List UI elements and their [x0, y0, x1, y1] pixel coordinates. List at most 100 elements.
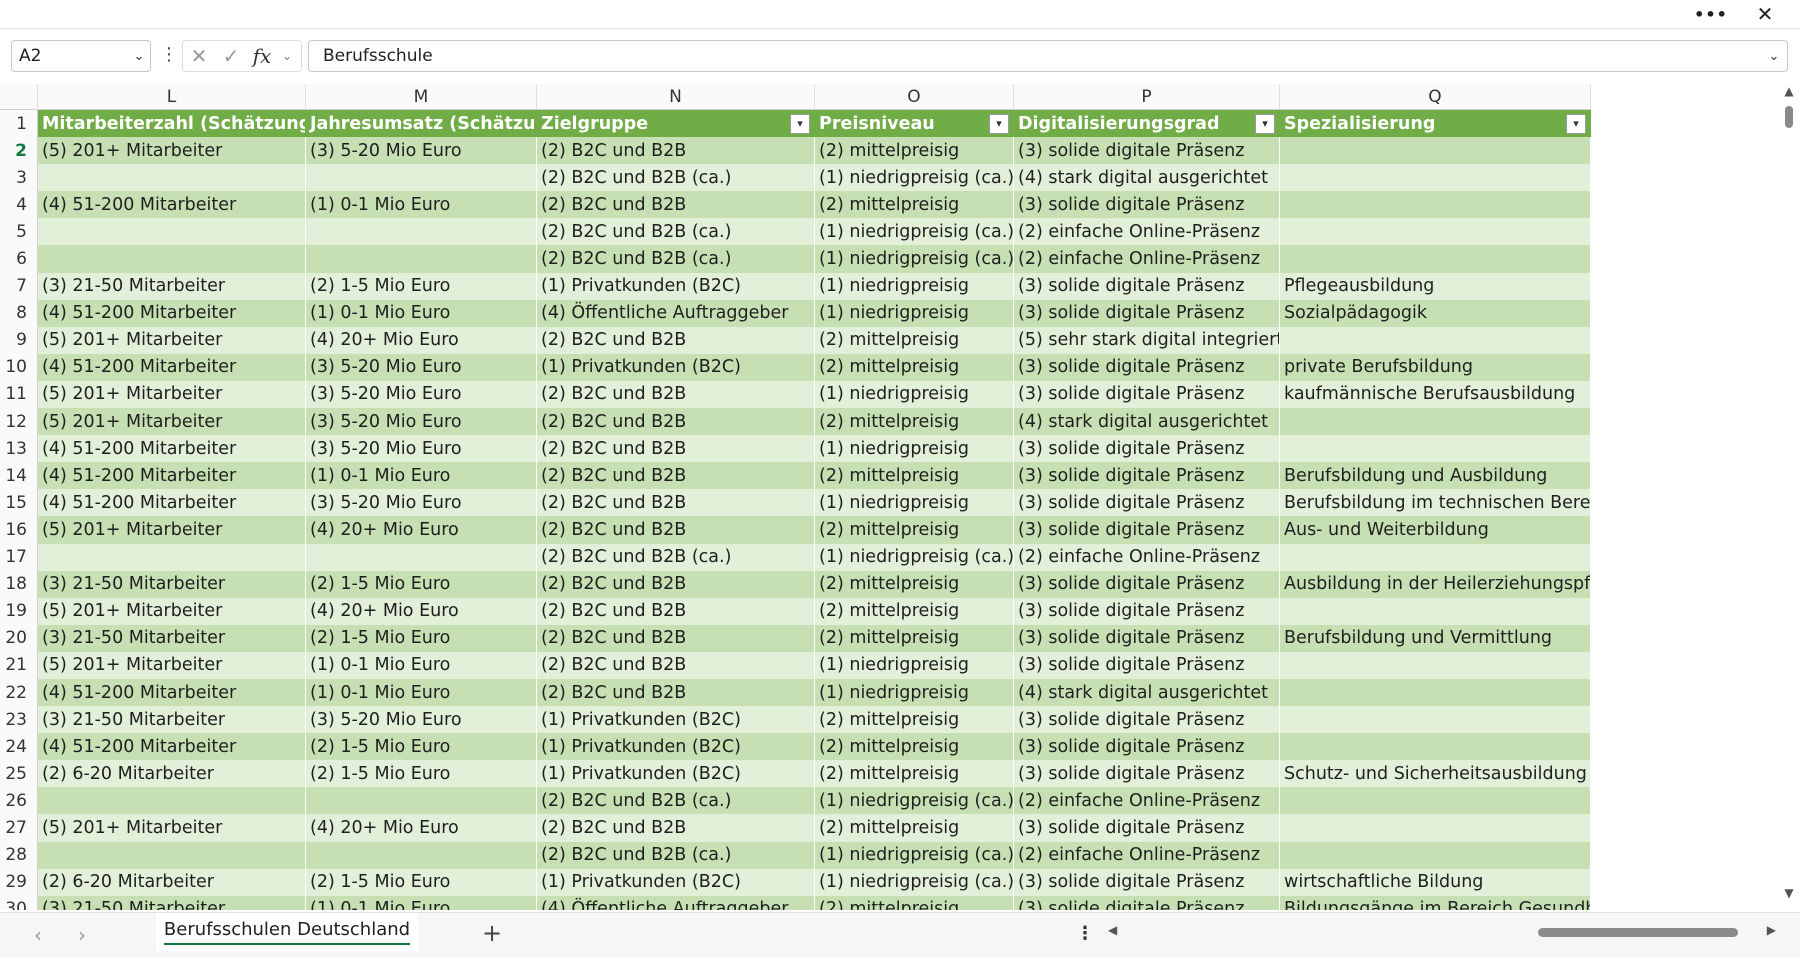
header-cell[interactable]: Spezialisierung ▾ [1280, 110, 1591, 138]
table-cell[interactable]: (2) einfache Online-Präsenz [1014, 787, 1280, 815]
previous-sheet-icon[interactable]: ‹ [26, 923, 50, 947]
table-cell[interactable]: (2) einfache Online-Präsenz [1014, 245, 1280, 273]
row-number[interactable]: 2 [0, 137, 38, 165]
table-cell[interactable]: (2) 1-5 Mio Euro [306, 272, 537, 300]
column-header-q[interactable]: Q [1280, 84, 1591, 110]
row-number[interactable]: 15 [0, 489, 38, 517]
table-cell[interactable]: (1) niedrigpreisig [815, 380, 1014, 409]
table-cell[interactable]: (1) niedrigpreisig (ca.) [815, 868, 1014, 896]
column-header-l[interactable]: L [38, 84, 306, 110]
table-cell[interactable]: (3) 21-50 Mitarbeiter [38, 272, 306, 300]
table-cell[interactable]: (3) 21-50 Mitarbeiter [38, 706, 306, 734]
table-cell[interactable] [306, 218, 537, 246]
table-cell[interactable]: (2) B2C und B2B [537, 516, 815, 544]
table-cell[interactable]: (3) solide digitale Präsenz [1014, 651, 1280, 679]
filter-dropdown-icon[interactable]: ▾ [1566, 113, 1586, 134]
table-cell[interactable]: (3) solide digitale Präsenz [1014, 570, 1280, 598]
table-cell[interactable]: (3) 5-20 Mio Euro [306, 706, 537, 734]
table-cell[interactable] [1280, 326, 1591, 354]
column-header-p[interactable]: P [1014, 84, 1280, 110]
table-cell[interactable]: (2) mittelpreisig [815, 597, 1014, 625]
table-cell[interactable] [1280, 787, 1591, 815]
row-number[interactable]: 29 [0, 868, 38, 896]
table-cell[interactable] [38, 787, 306, 815]
table-cell[interactable]: (2) B2C und B2B [537, 570, 815, 598]
table-cell[interactable]: (1) Privatkunden (B2C) [537, 868, 815, 896]
table-cell[interactable]: (2) mittelpreisig [815, 624, 1014, 652]
table-cell[interactable]: (3) 5-20 Mio Euro [306, 489, 537, 517]
table-cell[interactable]: (1) 0-1 Mio Euro [306, 651, 537, 679]
table-cell[interactable]: (1) Privatkunden (B2C) [537, 353, 815, 381]
table-cell[interactable]: (3) solide digitale Präsenz [1014, 868, 1280, 896]
table-cell[interactable]: (3) 21-50 Mitarbeiter [38, 895, 306, 910]
header-cell[interactable]: Preisniveau ▾ [815, 110, 1014, 138]
table-cell[interactable]: (5) 201+ Mitarbeiter [38, 814, 306, 842]
table-cell[interactable]: (4) stark digital ausgerichtet [1014, 164, 1280, 192]
header-cell[interactable]: Digitalisierungsgrad ▾ [1014, 110, 1280, 138]
close-icon[interactable]: ✕ [1742, 0, 1788, 28]
table-cell[interactable]: (4) 51-200 Mitarbeiter [38, 435, 306, 463]
table-cell[interactable]: Ausbildung in der Heilerziehungspflege [1280, 570, 1591, 598]
table-cell[interactable]: (1) Privatkunden (B2C) [537, 760, 815, 788]
table-cell[interactable]: (4) Öffentliche Auftraggeber [537, 895, 815, 910]
table-cell[interactable]: (3) solide digitale Präsenz [1014, 272, 1280, 300]
spreadsheet-grid[interactable]: LMNOPQ 1Mitarbeiterzahl (Schätzung)▾Jahr… [0, 84, 1778, 910]
table-cell[interactable]: (3) 5-20 Mio Euro [306, 137, 537, 165]
table-cell[interactable]: (2) B2C und B2B [537, 651, 815, 679]
formula-input[interactable]: Berufsschule ⌄ [308, 40, 1788, 72]
table-cell[interactable]: (1) niedrigpreisig [815, 651, 1014, 679]
table-cell[interactable] [1280, 408, 1591, 436]
table-cell[interactable] [1280, 814, 1591, 842]
row-number[interactable]: 13 [0, 435, 38, 463]
table-cell[interactable] [1280, 191, 1591, 219]
row-number[interactable]: 22 [0, 678, 38, 707]
table-cell[interactable] [1280, 706, 1591, 734]
table-cell[interactable]: (2) mittelpreisig [815, 516, 1014, 544]
table-cell[interactable]: Bildungsgänge im Bereich Gesundheit und [1280, 895, 1591, 910]
row-number[interactable]: 21 [0, 651, 38, 679]
table-cell[interactable]: (2) 6-20 Mitarbeiter [38, 868, 306, 896]
table-cell[interactable]: (4) 51-200 Mitarbeiter [38, 733, 306, 761]
table-cell[interactable]: (3) solide digitale Präsenz [1014, 516, 1280, 544]
table-cell[interactable]: (2) einfache Online-Präsenz [1014, 218, 1280, 246]
table-cell[interactable]: (3) solide digitale Präsenz [1014, 760, 1280, 788]
table-cell[interactable]: (3) solide digitale Präsenz [1014, 597, 1280, 625]
add-sheet-button[interactable]: + [478, 919, 506, 947]
vertical-scrollbar[interactable]: ▲ ▼ [1778, 84, 1800, 910]
table-cell[interactable]: (5) 201+ Mitarbeiter [38, 597, 306, 625]
row-number[interactable]: 26 [0, 787, 38, 815]
table-cell[interactable]: (1) 0-1 Mio Euro [306, 191, 537, 219]
row-number[interactable]: 18 [0, 570, 38, 598]
table-cell[interactable] [1280, 164, 1591, 192]
table-cell[interactable] [1280, 651, 1591, 679]
table-cell[interactable]: (1) niedrigpreisig [815, 489, 1014, 517]
row-number[interactable]: 14 [0, 462, 38, 490]
more-vertical-icon[interactable]: ⋮ [1076, 923, 1094, 944]
table-cell[interactable]: (3) 5-20 Mio Euro [306, 380, 537, 409]
table-cell[interactable]: (2) B2C und B2B [537, 489, 815, 517]
table-cell[interactable] [1280, 733, 1591, 761]
table-cell[interactable]: (3) 21-50 Mitarbeiter [38, 570, 306, 598]
row-number[interactable]: 16 [0, 516, 38, 544]
scroll-down-icon[interactable]: ▼ [1778, 886, 1800, 906]
column-header-n[interactable]: N [537, 84, 815, 110]
scroll-left-icon[interactable]: ◀ [1108, 923, 1117, 937]
table-cell[interactable]: (3) solide digitale Präsenz [1014, 462, 1280, 490]
table-cell[interactable]: (3) solide digitale Präsenz [1014, 380, 1280, 409]
table-cell[interactable]: (2) B2C und B2B [537, 380, 815, 409]
table-cell[interactable] [1280, 435, 1591, 463]
table-cell[interactable]: (1) niedrigpreisig (ca.) [815, 787, 1014, 815]
table-cell[interactable]: (5) 201+ Mitarbeiter [38, 380, 306, 409]
row-number[interactable]: 7 [0, 272, 38, 300]
table-cell[interactable]: (1) Privatkunden (B2C) [537, 733, 815, 761]
table-cell[interactable]: (3) 5-20 Mio Euro [306, 408, 537, 436]
table-cell[interactable]: (5) 201+ Mitarbeiter [38, 651, 306, 679]
table-cell[interactable] [38, 245, 306, 273]
row-number[interactable]: 5 [0, 218, 38, 246]
table-cell[interactable]: (2) B2C und B2B [537, 678, 815, 707]
table-cell[interactable] [38, 543, 306, 571]
row-number[interactable]: 27 [0, 814, 38, 842]
table-cell[interactable]: (2) B2C und B2B [537, 814, 815, 842]
table-cell[interactable]: (4) 20+ Mio Euro [306, 597, 537, 625]
table-cell[interactable]: (5) sehr stark digital integriert [1014, 326, 1280, 354]
